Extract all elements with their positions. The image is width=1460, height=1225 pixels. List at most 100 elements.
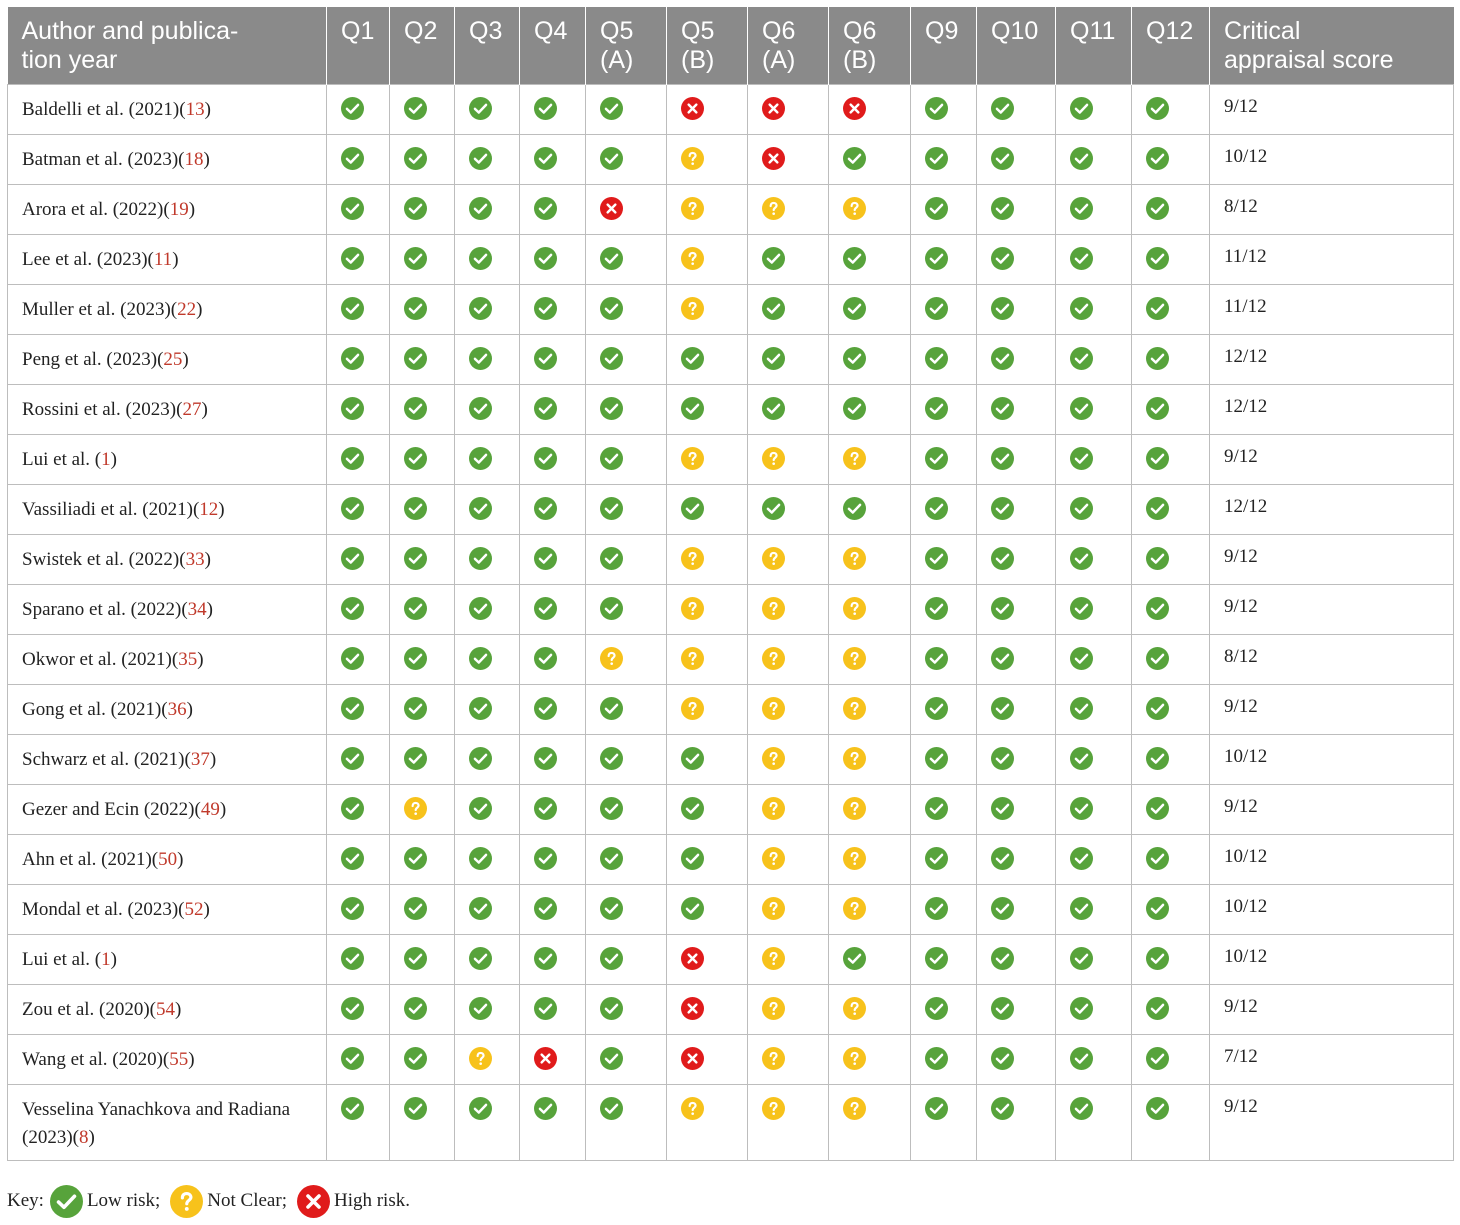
rating-cell [389,734,455,785]
question-icon [762,197,785,220]
author-cell: Mondal et al. (2023)(52) [7,884,327,935]
check-icon [1146,647,1169,670]
rating-cell [326,684,390,735]
rating-cell [910,134,977,185]
reference-link[interactable]: 35 [178,649,197,670]
check-icon [925,347,948,370]
table-row: Zou et al. (2020)(54) 9/12 [7,984,1454,1035]
header-question-line: (B) [681,46,715,74]
rating-cell [326,884,390,935]
author-text: Gong et al. (2021)( [22,699,168,720]
author-cell: Lee et al. (2023)(11) [7,234,327,285]
check-icon [404,647,427,670]
rating-cell [326,334,390,385]
check-icon [341,247,364,270]
check-icon [534,97,557,120]
reference-link[interactable]: 19 [170,199,189,220]
reference-link[interactable]: 27 [182,399,201,420]
check-icon [925,497,948,520]
rating-cell [747,984,829,1035]
rating-cell [1131,434,1210,485]
check-icon [341,847,364,870]
rating-cell [326,234,390,285]
rating-cell [976,234,1056,285]
question-icon [762,997,785,1020]
rating-cell [976,734,1056,785]
rating-cell [747,784,829,835]
check-icon [925,847,948,870]
reference-link[interactable]: 52 [185,899,204,920]
reference-link[interactable]: 36 [168,699,187,720]
check-icon [1070,997,1093,1020]
rating-cell [519,184,586,235]
rating-cell [454,84,520,135]
header-question: Q5 (B) [666,7,748,85]
reference-link[interactable]: 55 [169,1049,188,1070]
check-icon [1070,147,1093,170]
score-cell: 10/12 [1209,934,1454,985]
reference-link[interactable]: 50 [158,849,177,870]
rating-cell [1131,634,1210,685]
rating-cell [910,184,977,235]
check-icon [1146,447,1169,470]
table-row: Peng et al. (2023)(25) 12/12 [7,334,1454,385]
rating-cell [747,234,829,285]
author-text: Vassiliadi et al. (2021)( [22,499,200,520]
reference-link[interactable]: 37 [191,749,210,770]
header-question: Q3 [454,7,520,85]
check-icon [341,397,364,420]
reference-link[interactable]: 1 [101,449,111,470]
check-icon [600,597,623,620]
rating-cell [910,934,977,985]
reference-link[interactable]: 25 [163,349,182,370]
rating-cell [828,134,911,185]
rating-cell [389,634,455,685]
rating-cell [326,934,390,985]
check-icon [469,997,492,1020]
rating-cell [454,984,520,1035]
rating-cell [454,1034,520,1085]
author-close: ) [201,399,208,420]
rating-cell [585,734,667,785]
rating-cell [454,1084,520,1161]
rating-cell [976,384,1056,435]
question-icon [762,847,785,870]
rating-cell [585,784,667,835]
rating-cell [828,434,911,485]
rating-cell [910,984,977,1035]
check-icon [762,247,785,270]
reference-link[interactable]: 13 [186,99,205,120]
check-icon [404,1047,427,1070]
reference-link[interactable]: 11 [154,249,172,270]
reference-link[interactable]: 1 [101,949,111,970]
rating-cell [828,334,911,385]
check-icon [534,147,557,170]
reference-link[interactable]: 33 [186,549,205,570]
rating-cell [389,184,455,235]
check-icon [925,97,948,120]
header-question: Q1 [326,7,390,85]
rating-cell [747,184,829,235]
question-icon [762,1097,785,1120]
reference-link[interactable]: 18 [185,149,204,170]
check-icon [469,397,492,420]
rating-cell [747,384,829,435]
reference-link[interactable]: 54 [156,999,175,1020]
reference-link[interactable]: 12 [199,499,218,520]
rating-cell [389,584,455,635]
cross-icon [681,997,704,1020]
check-icon [925,397,948,420]
reference-link[interactable]: 34 [188,599,207,620]
table-row: Arora et al. (2022)(19) 8/12 [7,184,1454,235]
table-row: Schwarz et al. (2021)(37) 10/12 [7,734,1454,785]
reference-link[interactable]: 49 [201,799,220,820]
author-cell: Peng et al. (2023)(25) [7,334,327,385]
cross-icon [681,1047,704,1070]
check-icon [469,447,492,470]
check-icon [991,897,1014,920]
reference-link[interactable]: 22 [177,299,196,320]
check-icon [341,597,364,620]
rating-cell [454,534,520,585]
rating-cell [1131,1034,1210,1085]
rating-cell [976,584,1056,635]
